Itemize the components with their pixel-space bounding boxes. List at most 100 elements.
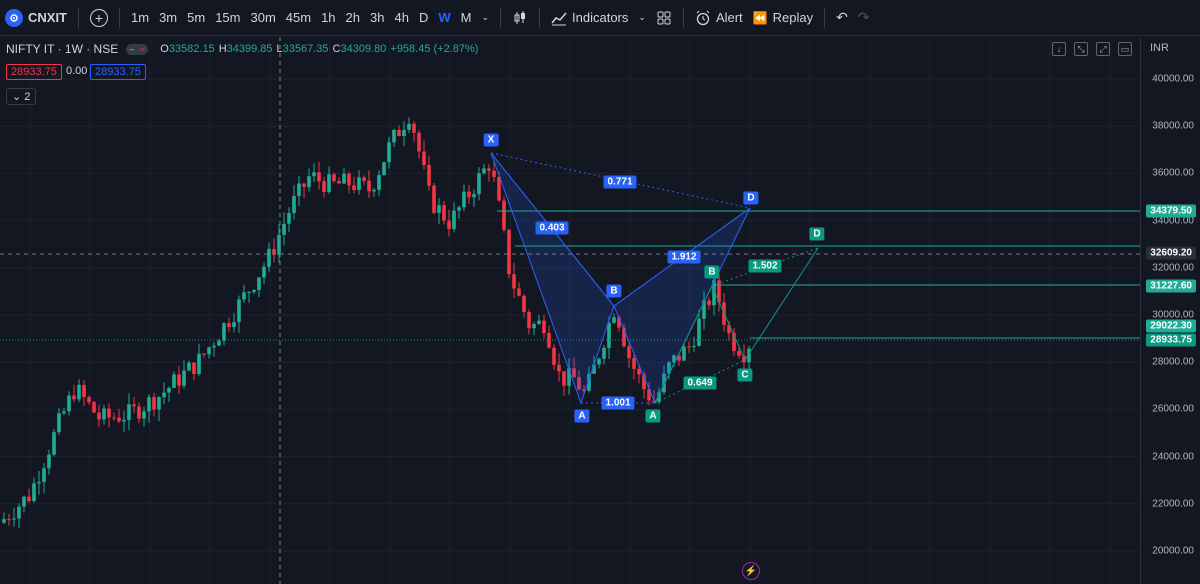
divider <box>682 7 684 28</box>
candle-body <box>542 320 546 334</box>
ratio-label[interactable]: 1.912 <box>667 250 701 264</box>
candle-body <box>282 223 286 235</box>
price-tag: 34379.50 <box>1146 204 1196 218</box>
pattern-point-d[interactable]: D <box>743 191 759 205</box>
symbol-search[interactable]: CNXIT <box>0 0 72 36</box>
timeframe-4h[interactable]: 4h <box>389 0 413 36</box>
replay-button[interactable]: ⏪ Replay <box>748 0 818 36</box>
candle-body <box>477 173 481 195</box>
candle-body <box>397 129 401 137</box>
ratio-label[interactable]: 0.649 <box>683 376 717 390</box>
axis-tick-label: 36000.00 <box>1152 167 1194 179</box>
candle-body <box>82 384 86 398</box>
timeframe-15m[interactable]: 15m <box>210 0 245 36</box>
divider <box>500 7 502 28</box>
candle-body <box>237 299 241 323</box>
timeframe-3m[interactable]: 3m <box>154 0 182 36</box>
ohlc-high: H34399.85 <box>219 43 273 55</box>
timeframe-D[interactable]: D <box>414 0 433 36</box>
pattern-point-a[interactable]: A <box>574 409 590 423</box>
candle-body <box>22 496 26 507</box>
candle-body <box>47 454 51 469</box>
pattern-point-a[interactable]: A <box>645 409 661 423</box>
ratio-label[interactable]: 0.771 <box>603 175 637 189</box>
candle-body <box>52 432 56 455</box>
candle-body <box>87 397 91 403</box>
candle-body <box>122 419 126 422</box>
candle-body <box>292 196 296 213</box>
timeframe-dropdown[interactable]: ⌄ <box>476 0 494 36</box>
ratio-label[interactable]: 1.001 <box>601 396 635 410</box>
candle-body <box>602 347 606 359</box>
timeframe-3h[interactable]: 3h <box>365 0 389 36</box>
timeframe-M[interactable]: M <box>456 0 477 36</box>
timeframe-1m[interactable]: 1m <box>126 0 154 36</box>
candle-body <box>112 417 116 419</box>
price-axis[interactable]: 40000.00 38000.00 36000.00 34000.00 32000.00… <box>1140 37 1200 584</box>
candle-body <box>512 274 516 289</box>
change-value: +958.45 (+2.87%) <box>390 43 479 55</box>
scroll-down-icon[interactable]: ↓ <box>1052 42 1066 56</box>
candle-body <box>697 318 701 346</box>
timeframe-W[interactable]: W <box>433 0 455 36</box>
sell-price-button[interactable]: 28933.75 <box>6 64 62 80</box>
chart-type-button[interactable] <box>507 0 533 36</box>
chevron-down-icon: ⌄ <box>12 91 25 103</box>
timeframe-45m[interactable]: 45m <box>281 0 316 36</box>
ohlc-low: L33567.35 <box>277 43 329 55</box>
candle-body <box>57 413 61 433</box>
indicators-button[interactable]: Indicators <box>546 0 633 36</box>
pattern-point-d[interactable]: D <box>809 227 825 241</box>
chart-canvas[interactable] <box>0 37 1140 584</box>
undo-button[interactable]: ↶ <box>831 0 853 36</box>
pattern-point-x[interactable]: X <box>483 133 499 147</box>
layouts-button[interactable] <box>651 0 677 36</box>
candle-body <box>257 277 261 291</box>
candle-body <box>412 123 416 133</box>
timeframe-2h[interactable]: 2h <box>341 0 365 36</box>
fullscreen-icon[interactable]: ▭ <box>1118 42 1132 56</box>
pattern-point-c[interactable]: C <box>737 368 753 382</box>
candle-body <box>17 506 21 519</box>
candle-body <box>417 132 421 152</box>
ratio-label[interactable]: 0.403 <box>535 221 569 235</box>
indicator-toggle[interactable]: ⌄ 2 <box>6 88 37 105</box>
compare-button[interactable]: + <box>85 0 113 36</box>
divider <box>119 7 120 28</box>
candle-body <box>107 408 111 418</box>
pattern-point-b[interactable]: B <box>606 284 622 298</box>
currency-label[interactable]: INR <box>1150 42 1169 54</box>
axis-tick-label: 28000.00 <box>1152 356 1194 368</box>
ratio-label[interactable]: 1.502 <box>748 259 782 273</box>
alert-button[interactable]: Alert <box>690 0 748 36</box>
redo-button[interactable]: ↷ <box>853 0 875 36</box>
buy-price-button[interactable]: 28933.75 <box>90 64 146 80</box>
divider <box>539 7 541 28</box>
indicators-icon <box>551 12 567 25</box>
candle-body <box>7 519 11 521</box>
candle-body <box>452 210 456 230</box>
expand-icon[interactable]: ⤢ <box>1096 42 1110 56</box>
chevron-down-icon: ⌄ <box>638 12 646 22</box>
axis-tick-label: 24000.00 <box>1152 451 1194 463</box>
candle-body <box>177 374 181 386</box>
symbol-title[interactable]: NIFTY IT · 1W · NSE <box>6 42 118 56</box>
timeframe-5m[interactable]: 5m <box>182 0 210 36</box>
compress-icon[interactable]: ⤡ <box>1074 42 1088 56</box>
candle-body <box>497 176 501 201</box>
pattern-point-b[interactable]: B <box>704 265 720 279</box>
timeframe-1h[interactable]: 1h <box>316 0 340 36</box>
candle-body <box>322 181 326 192</box>
price-tag: 31227.60 <box>1146 279 1196 293</box>
lightning-icon[interactable]: ⚡ <box>742 562 760 580</box>
candle-body <box>352 185 356 190</box>
candle-body <box>402 129 406 137</box>
indicators-dropdown[interactable]: ⌄ <box>633 0 651 36</box>
candle-body <box>167 387 171 393</box>
candle-body <box>142 411 146 419</box>
timeframe-30m[interactable]: 30m <box>245 0 280 36</box>
candle-body <box>557 364 561 372</box>
rewind-icon: ⏪ <box>752 10 768 25</box>
candle-body <box>212 345 216 348</box>
candle-body <box>192 362 196 375</box>
